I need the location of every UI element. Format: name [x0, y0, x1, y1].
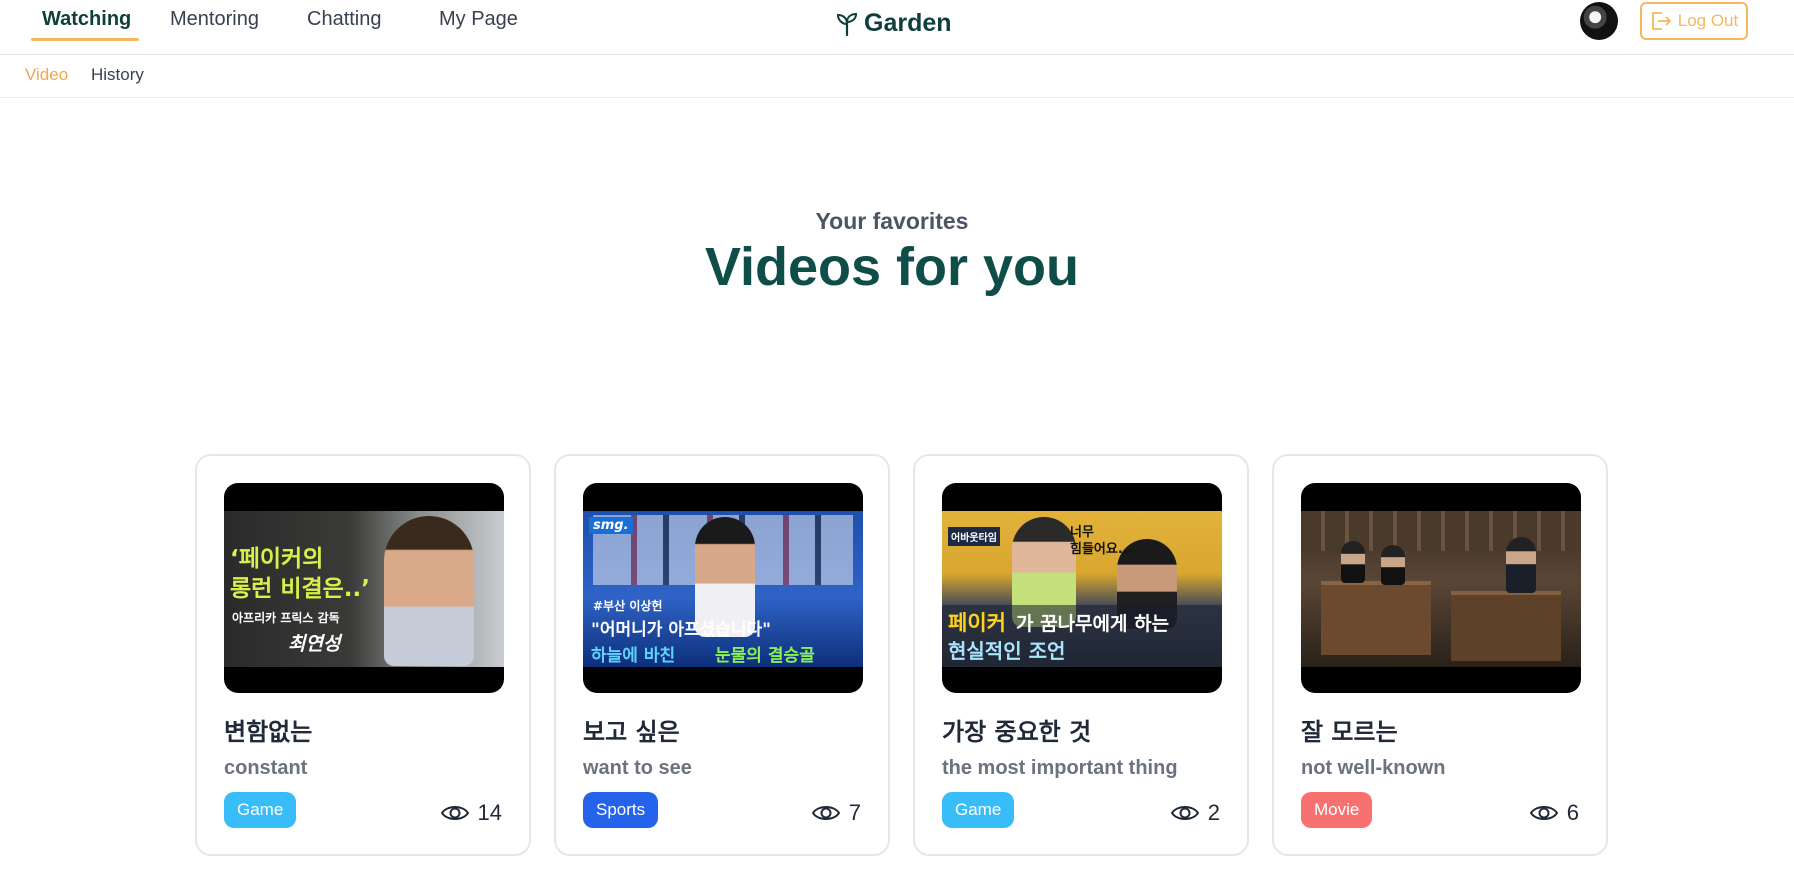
thumbnail-text: 최연성: [288, 633, 341, 655]
view-count-value: 2: [1207, 800, 1220, 825]
logout-button[interactable]: Log Out: [1640, 2, 1748, 40]
eye-icon: [1170, 806, 1199, 820]
view-count: 2: [1170, 800, 1220, 826]
category-tag[interactable]: Game: [942, 792, 1015, 828]
category-tag[interactable]: Game: [224, 792, 297, 828]
subnav-video[interactable]: Video: [25, 65, 68, 85]
view-count: 6: [1529, 800, 1579, 826]
video-subtitle: the most important thing: [942, 757, 1178, 779]
category-tag[interactable]: Sports: [583, 792, 659, 828]
video-thumbnail[interactable]: 어바웃타임 너무 힘들어요... 페이커 가 꿈나무에게 하는 현실적인 조언: [942, 483, 1222, 693]
video-title: 보고 싶은: [583, 718, 680, 746]
video-subtitle: want to see: [583, 757, 692, 779]
video-card[interactable]: 어바웃타임 너무 힘들어요... 페이커 가 꿈나무에게 하는 현실적인 조언 …: [913, 454, 1249, 856]
video-thumbnail[interactable]: ‘페이커의 롱런 비결은..’ 아프리카 프릭스 감독 최연성: [224, 483, 504, 693]
video-card[interactable]: smg. #부산 이상헌 "어머니가 아프셨습니다" 하늘에 바친 눈물의 결승…: [554, 454, 890, 856]
thumbnail-text: 현실적인 조언: [948, 639, 1066, 663]
thumbnail-text: 눈물의 결승골: [715, 646, 815, 666]
eye-icon: [1529, 806, 1558, 820]
avatar[interactable]: [1580, 2, 1618, 40]
logout-icon: [1651, 12, 1672, 30]
video-title: 잘 모르는: [1301, 718, 1398, 746]
subnav-history[interactable]: History: [91, 65, 144, 85]
sub-navbar: Video History: [0, 55, 1794, 98]
thumbnail-text: ‘페이커의: [230, 546, 324, 572]
video-card[interactable]: ‘페이커의 롱런 비결은..’ 아프리카 프릭스 감독 최연성 변함없는 con…: [195, 454, 531, 856]
thumbnail-text: 아프리카 프릭스 감독: [232, 611, 340, 625]
nav-chatting[interactable]: Chatting: [307, 8, 382, 31]
video-subtitle: not well-known: [1301, 757, 1446, 779]
nav-watching[interactable]: Watching: [42, 8, 131, 31]
video-thumbnail[interactable]: [1301, 483, 1581, 693]
video-thumbnail[interactable]: smg. #부산 이상헌 "어머니가 아프셨습니다" 하늘에 바친 눈물의 결승…: [583, 483, 863, 693]
video-card[interactable]: 잘 모르는 not well-known Movie 6: [1272, 454, 1608, 856]
eye-icon: [440, 806, 469, 820]
thumbnail-text: 롱런 비결은..’: [230, 576, 371, 602]
view-count-value: 6: [1566, 800, 1579, 825]
video-title: 가장 중요한 것: [942, 718, 1092, 746]
brand-logo[interactable]: Garden: [836, 9, 952, 38]
logout-label: Log Out: [1677, 11, 1739, 30]
category-tag[interactable]: Movie: [1301, 792, 1373, 828]
view-count: 14: [440, 800, 502, 826]
eye-icon: [811, 806, 840, 820]
thumbnail-text: 하늘에 바친: [591, 646, 676, 666]
thumbnail-text: 가 꿈나무에게 하는: [1016, 613, 1170, 635]
thumbnail-text: smg.: [589, 517, 633, 534]
sprout-icon: [836, 12, 858, 36]
top-navbar: Watching Mentoring Chatting My Page Gard…: [0, 0, 1794, 55]
video-title: 변함없는: [224, 718, 313, 746]
thumbnail-text: 어바웃타임: [948, 527, 1000, 546]
view-count-value: 7: [848, 800, 861, 825]
section-eyebrow: Your favorites: [815, 208, 969, 234]
thumbnail-text: #부산 이상헌: [593, 599, 663, 613]
nav-mentoring[interactable]: Mentoring: [170, 8, 259, 31]
view-count-value: 14: [477, 800, 502, 825]
nav-my-page[interactable]: My Page: [439, 8, 518, 31]
view-count: 7: [811, 800, 861, 826]
brand-name: Garden: [864, 9, 952, 37]
section-title: Videos for you: [704, 237, 1080, 297]
video-subtitle: constant: [224, 757, 308, 779]
thumbnail-text: "어머니가 아프셨습니다": [591, 620, 772, 640]
active-tab-indicator: [31, 38, 139, 41]
thumbnail-text: 힘들어요...: [1070, 542, 1133, 557]
thumbnail-text: 페이커: [948, 611, 1006, 635]
